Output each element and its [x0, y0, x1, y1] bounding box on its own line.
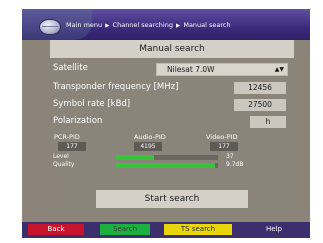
quality-label: Quality: [53, 161, 75, 168]
quality-value: 9.7dB: [226, 161, 244, 168]
polarization-value[interactable]: h: [250, 116, 286, 128]
help-button[interactable]: Help: [244, 224, 304, 235]
breadcrumb-main-menu[interactable]: Main menu: [66, 21, 102, 29]
manual-search-dialog: Manual search Satellite Nilesat 7.0W ▲▼ …: [50, 40, 294, 215]
globe-icon: [39, 19, 61, 35]
transponder-row[interactable]: Transponder frequency [MHz] 12456: [50, 81, 294, 96]
quality-meter-fill: [116, 163, 215, 168]
transponder-input[interactable]: 12456: [234, 82, 286, 94]
level-meter-fill: [116, 155, 154, 160]
tv-screen: Main menu ▶ Channel searching ▶ Manual s…: [22, 9, 310, 238]
polarization-label: Polarization: [53, 116, 103, 126]
start-search-button[interactable]: Start search: [96, 190, 248, 208]
pcr-pid-label: PCR-PID: [54, 133, 80, 141]
ts-search-button[interactable]: TS search: [164, 224, 232, 235]
satellite-value: Nilesat 7.0W: [167, 65, 215, 74]
audio-pid-label: Audio-PID: [134, 133, 166, 141]
header-bar: Main menu ▶ Channel searching ▶ Manual s…: [22, 9, 310, 40]
breadcrumb: Main menu ▶ Channel searching ▶ Manual s…: [66, 21, 231, 29]
level-meter: [116, 155, 218, 160]
satellite-row[interactable]: Satellite Nilesat 7.0W ▲▼: [50, 62, 294, 77]
audio-pid-value: 4195: [134, 142, 162, 151]
breadcrumb-channel-searching[interactable]: Channel searching: [113, 21, 173, 29]
breadcrumb-manual-search: Manual search: [183, 21, 231, 29]
function-key-bar: Back Search TS search Help: [22, 222, 310, 238]
video-pid-value: 177: [210, 142, 238, 151]
transponder-label: Transponder frequency [MHz]: [53, 82, 179, 92]
satellite-label: Satellite: [53, 63, 88, 73]
polarization-row[interactable]: Polarization h: [50, 115, 294, 130]
level-label: Level: [53, 153, 69, 160]
video-pid-label: Video-PID: [206, 133, 238, 141]
back-button[interactable]: Back: [28, 224, 84, 235]
breadcrumb-separator-icon: ▶: [105, 23, 110, 29]
symbol-rate-row[interactable]: Symbol rate [kBd] 27500: [50, 98, 294, 113]
search-button[interactable]: Search: [100, 224, 150, 235]
dialog-title: Manual search: [50, 40, 294, 58]
level-value: 37: [226, 153, 234, 160]
updown-arrow-icon: ▲▼: [274, 66, 284, 73]
quality-meter: [116, 163, 218, 168]
breadcrumb-separator-icon: ▶: [176, 23, 181, 29]
symbol-rate-label: Symbol rate [kBd]: [53, 99, 131, 109]
pcr-pid-value: 177: [58, 142, 86, 151]
symbol-rate-input[interactable]: 27500: [234, 99, 286, 111]
satellite-select[interactable]: Nilesat 7.0W ▲▼: [156, 63, 288, 76]
